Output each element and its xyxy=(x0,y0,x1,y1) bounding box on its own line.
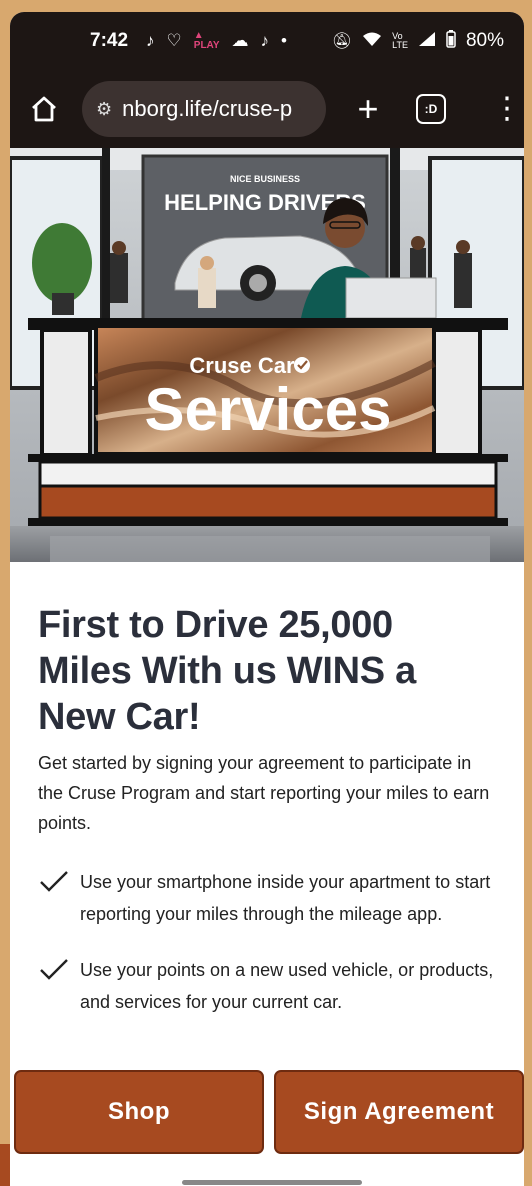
mute-icon: 🔕︎ xyxy=(331,33,353,50)
tiktok-icon: ♪ xyxy=(146,31,155,50)
tiktok-icon: ♪ xyxy=(260,31,270,50)
more-options-icon[interactable]: ⋮ xyxy=(492,94,522,124)
home-button[interactable] xyxy=(20,85,68,133)
address-bar[interactable]: ⚙︎ nborg.life/cruse-p xyxy=(82,81,326,137)
dot-icon: • xyxy=(281,31,287,50)
page-headline: First to Drive 25,000 Miles With us WINS… xyxy=(38,604,416,738)
heart-icon: ♡ xyxy=(166,31,182,50)
wifi-icon xyxy=(362,31,382,52)
showroom-illustration: NICE BUSINESS HELPING DRIVERS Cruse Car … xyxy=(10,148,524,562)
home-icon xyxy=(32,96,56,122)
status-time: 7:42 xyxy=(90,30,129,51)
list-item: Use your smartphone inside your apartmen… xyxy=(38,866,496,930)
tab-switcher-button[interactable]: :D xyxy=(416,94,446,124)
hero-image: NICE BUSINESS HELPING DRIVERS Cruse Car … xyxy=(10,148,524,562)
signal-icon xyxy=(418,31,436,52)
shop-button[interactable]: Shop xyxy=(14,1070,264,1154)
cloud-icon: ☁ xyxy=(231,31,249,50)
system-icons: 🔕︎ Vo LTE 80% xyxy=(331,29,504,53)
checkmark-icon xyxy=(40,871,68,892)
brand-main-text: Services xyxy=(145,376,392,443)
new-tab-button[interactable]: + xyxy=(348,85,388,133)
volte-icon: Vo LTE xyxy=(392,31,408,50)
notification-icons: ♪ ♡ ▲ PLAY ☁ ♪ • xyxy=(146,31,287,51)
sign-agreement-button[interactable]: Sign Agreement xyxy=(274,1070,524,1154)
battery-icon xyxy=(446,29,456,53)
list-item: Use your points on a new used vehicle, o… xyxy=(38,954,496,1018)
battery-percent: 80% xyxy=(465,30,504,51)
sign-small-text: NICE BUSINESS xyxy=(230,174,300,184)
site-settings-icon[interactable]: ⚙︎ xyxy=(96,99,112,120)
gesture-bar[interactable] xyxy=(182,1180,362,1185)
checkmark-icon xyxy=(40,959,68,980)
plus-icon: + xyxy=(357,88,379,129)
url-text: nborg.life/cruse-p xyxy=(122,96,293,121)
benefits-list: Use your smartphone inside your apartmen… xyxy=(38,866,496,1018)
action-buttons: Shop Sign Agreement xyxy=(14,1070,524,1154)
brand-top-text: Cruse Car xyxy=(189,353,295,378)
intro-text: Get started by signing your agreement to… xyxy=(38,753,490,833)
browser-toolbar: ⚙︎ nborg.life/cruse-p + :D ⋮ xyxy=(10,70,524,148)
list-item-text: Use your smartphone inside your apartmen… xyxy=(80,872,491,924)
main-content: First to Drive 25,000 Miles With us WINS… xyxy=(10,562,524,1042)
play-games-icon: ▲ PLAY xyxy=(193,30,220,51)
status-bar: 7:42 ♪ ♡ ▲ PLAY ☁ ♪ • 🔕︎ Vo LTE 80% xyxy=(10,12,524,70)
background-strip xyxy=(0,1144,10,1186)
phone-screen: 7:42 ♪ ♡ ▲ PLAY ☁ ♪ • 🔕︎ Vo LTE 80% ⚙︎ n… xyxy=(10,12,524,1186)
list-item-text: Use your points on a new used vehicle, o… xyxy=(80,960,494,1012)
